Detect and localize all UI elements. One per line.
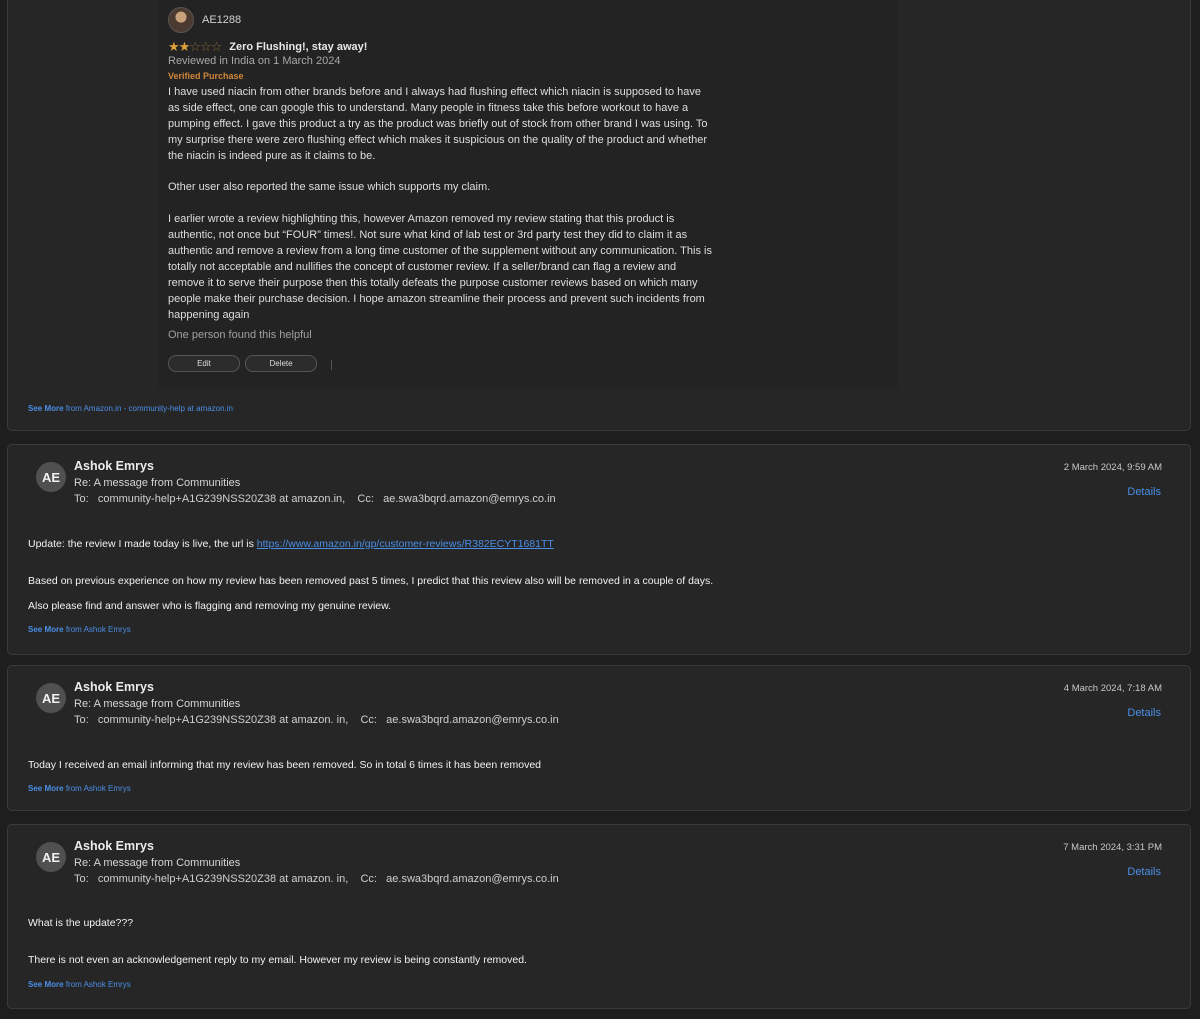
cc-address[interactable]: ae.swa3bqrd.amazon@emrys.co.in	[386, 714, 559, 726]
to-address[interactable]: community-help+A1G239NSS20Z38 at amazon.…	[98, 873, 348, 885]
review-url-link[interactable]: https://www.amazon.in/gp/customer-review…	[257, 538, 554, 550]
review-embed-card: AE1288 ★★☆☆☆ Zero Flushing!, stay away! …	[7, 0, 1191, 431]
review-body: I have used niacin from other brands bef…	[168, 85, 713, 339]
divider	[331, 360, 332, 370]
see-more-link[interactable]: See More	[28, 404, 64, 413]
verified-purchase-badge[interactable]: Verified Purchase	[168, 71, 244, 81]
reviewer-row: AE1288	[168, 7, 241, 33]
star-empty-icon: ☆	[189, 39, 201, 54]
message-body-line: There is not even an acknowledgement rep…	[28, 954, 527, 966]
see-more-source[interactable]: from Ashok Emrys	[66, 625, 131, 634]
subject: Re: A message from Communities	[74, 477, 241, 489]
message-card: AE Ashok Emrys Re: A message from Commun…	[7, 824, 1191, 1009]
see-more-source[interactable]: from Amazon.in - community-help at amazo…	[66, 404, 233, 413]
message-body-line: What is the update???	[28, 917, 134, 929]
helpful-count: One person found this helpful	[168, 329, 312, 341]
see-more-source[interactable]: from Ashok Emrys	[66, 980, 131, 989]
see-more-link[interactable]: See More	[28, 625, 64, 634]
cc-address[interactable]: ae.swa3bqrd.amazon@emrys.co.in	[383, 493, 556, 505]
star-empty-icon: ☆	[199, 39, 212, 54]
message-card: AE Ashok Emrys Re: A message from Commun…	[7, 444, 1191, 655]
message-body-line: Also please find and answer who is flagg…	[28, 600, 392, 612]
to-label: To:	[74, 714, 89, 726]
review-paragraph: I earlier wrote a review highlighting th…	[168, 213, 712, 321]
message-body-line: Today I received an email informing that…	[28, 759, 542, 771]
message-body-line: Based on previous experience on how my r…	[28, 575, 714, 587]
recipients-line: To: community-help+A1G239NSS20Z38 at ama…	[74, 873, 559, 885]
cc-label: Cc:	[360, 873, 377, 885]
to-address[interactable]: community-help+A1G239NSS20Z38 at amazon.…	[98, 493, 345, 505]
avatar: AE	[36, 462, 66, 492]
review-title[interactable]: Zero Flushing!, stay away!	[229, 41, 367, 53]
subject: Re: A message from Communities	[74, 698, 241, 710]
message-text: Update: the review I made today is live,…	[28, 538, 257, 550]
message-card: AE Ashok Emrys Re: A message from Commun…	[7, 665, 1191, 811]
reviewer-name[interactable]: AE1288	[202, 14, 241, 26]
details-link[interactable]: Details	[1127, 866, 1161, 878]
review-action-buttons: Edit Delete	[168, 355, 332, 372]
see-more-footer: See More from Ashok Emrys	[28, 980, 131, 989]
cc-label: Cc:	[357, 493, 374, 505]
review-paragraph: I have used niacin from other brands bef…	[168, 86, 708, 162]
avatar: AE	[36, 842, 66, 872]
edit-button[interactable]: Edit	[168, 355, 240, 372]
details-link[interactable]: Details	[1127, 486, 1161, 498]
cc-address[interactable]: ae.swa3bqrd.amazon@emrys.co.in	[386, 873, 559, 885]
avatar: AE	[36, 683, 66, 713]
star-empty-icon: ☆	[210, 39, 223, 54]
rating-row: ★★☆☆☆ Zero Flushing!, stay away!	[168, 39, 367, 55]
recipients-line: To: community-help+A1G239NSS20Z38 at ama…	[74, 493, 556, 505]
recipients-line: To: community-help+A1G239NSS20Z38 at ama…	[74, 714, 559, 726]
message-date: 4 March 2024, 7:18 AM	[1063, 683, 1162, 694]
see-more-source[interactable]: from Ashok Emrys	[66, 784, 131, 793]
review-date-location: Reviewed in India on 1 March 2024	[168, 55, 341, 67]
cc-label: Cc:	[360, 714, 377, 726]
to-address[interactable]: community-help+A1G239NSS20Z38 at amazon.…	[98, 714, 348, 726]
star-rating[interactable]: ★★☆☆☆	[168, 39, 223, 55]
see-more-link[interactable]: See More	[28, 784, 64, 793]
sender-name[interactable]: Ashok Emrys	[74, 839, 154, 853]
message-date: 7 March 2024, 3:31 PM	[1063, 842, 1162, 853]
see-more-footer: See More from Ashok Emrys	[28, 625, 131, 634]
message-body-line: Update: the review I made today is live,…	[28, 538, 554, 550]
subject: Re: A message from Communities	[74, 857, 241, 869]
to-label: To:	[74, 873, 89, 885]
see-more-footer: See More from Ashok Emrys	[28, 784, 131, 793]
message-date: 2 March 2024, 9:59 AM	[1063, 462, 1162, 473]
to-label: To:	[74, 493, 89, 505]
reviewer-avatar[interactable]	[168, 7, 194, 33]
see-more-link[interactable]: See More	[28, 980, 64, 989]
star-filled-icon: ★	[178, 39, 191, 54]
see-more-footer: See More from Amazon.in - community-help…	[28, 404, 233, 413]
sender-name[interactable]: Ashok Emrys	[74, 459, 154, 473]
details-link[interactable]: Details	[1127, 707, 1161, 719]
star-filled-icon: ★	[168, 39, 180, 54]
delete-button[interactable]: Delete	[245, 355, 317, 372]
review-paragraph: Other user also reported the same issue …	[168, 181, 491, 194]
sender-name[interactable]: Ashok Emrys	[74, 680, 154, 694]
